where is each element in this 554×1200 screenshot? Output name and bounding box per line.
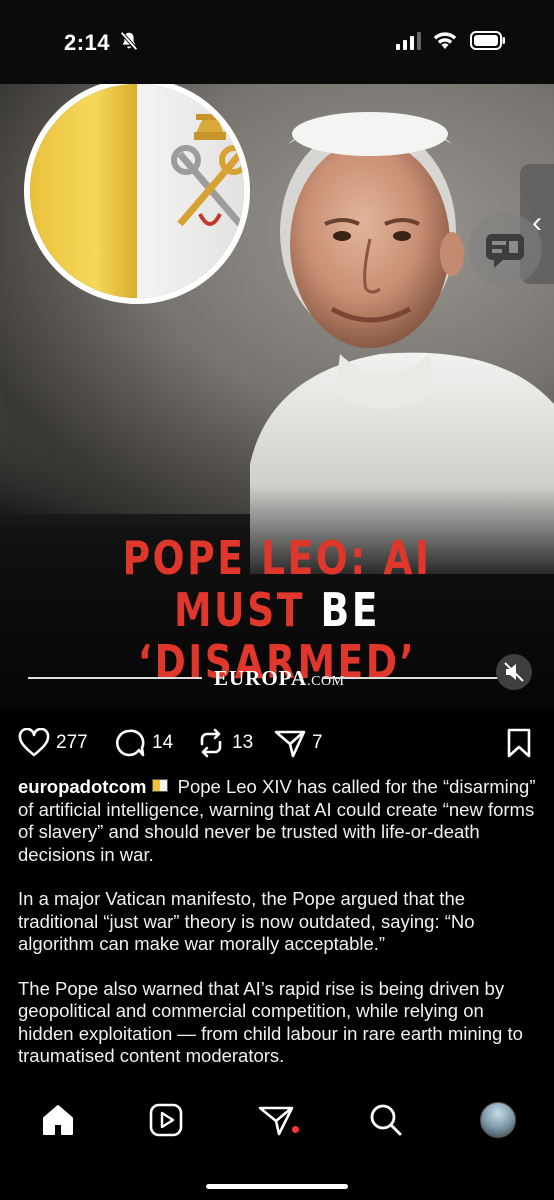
heart-icon [18, 728, 50, 757]
battery-icon [470, 31, 505, 50]
wifi-icon [433, 32, 457, 49]
flag-yellow-half [30, 84, 137, 298]
share-icon [274, 730, 306, 758]
post-caption: europadotcom Pope Leo XIV has called for… [18, 776, 540, 1090]
signal-icon [396, 32, 421, 50]
search-icon[interactable] [366, 1100, 406, 1140]
mute-icon [504, 662, 524, 682]
status-time: 2:14 [64, 30, 111, 55]
post-media[interactable]: ‹ POPE LEO: AI MUST BE ‘DISARMED’ EUROPA… [0, 84, 554, 710]
mute-button[interactable] [496, 654, 532, 690]
repost-count: 13 [232, 732, 254, 753]
vatican-flag-emoji [152, 779, 169, 792]
bookmark-icon[interactable] [506, 728, 532, 758]
bell-slash-icon [120, 31, 138, 51]
chat-bubble-button[interactable] [468, 212, 542, 286]
papal-keys-emblem [171, 101, 244, 227]
brand-divider-right [322, 677, 498, 679]
like-count: 277 [56, 732, 88, 753]
like-action[interactable]: 277 [18, 728, 88, 758]
home-indicator [206, 1184, 348, 1189]
pope-photo [250, 112, 554, 574]
bottom-tab-bar [0, 1082, 554, 1200]
vatican-flag-badge [24, 84, 250, 304]
brand-divider-left [28, 677, 202, 679]
comment-count: 14 [152, 732, 174, 753]
comment-action[interactable]: 14 [114, 728, 173, 758]
username-link[interactable]: europadotcom [18, 776, 146, 797]
caption-paragraph-3: The Pope also warned that AI’s rapid ris… [18, 977, 523, 1067]
profile-avatar[interactable] [480, 1102, 516, 1138]
status-bar: 2:14 [0, 0, 554, 84]
share-action[interactable]: 7 [274, 728, 323, 758]
reels-icon[interactable] [146, 1100, 186, 1140]
post-headline: POPE LEO: AI MUST BE ‘DISARMED’ [50, 532, 504, 688]
repost-action[interactable]: 13 [196, 728, 253, 758]
post-actions-bar: 277 14 13 7 [0, 710, 554, 776]
repost-icon [200, 728, 222, 758]
headline-line-1: POPE LEO: AI [122, 531, 432, 585]
headline-word-must: MUST [174, 583, 305, 637]
share-count: 7 [312, 732, 323, 753]
home-icon[interactable] [38, 1100, 78, 1140]
headline-word-be: BE [320, 583, 380, 637]
brand-main: EUROPA [214, 666, 308, 690]
comment-icon [116, 729, 145, 757]
notification-dot [292, 1126, 299, 1133]
caption-paragraph-1: europadotcom Pope Leo XIV has called for… [18, 776, 540, 866]
caption-paragraph-2: In a major Vatican manifesto, the Pope a… [18, 888, 475, 954]
chat-bubble-icon [486, 234, 524, 268]
brand-row: EUROPA.COM [28, 666, 498, 690]
send-icon[interactable] [256, 1100, 296, 1140]
